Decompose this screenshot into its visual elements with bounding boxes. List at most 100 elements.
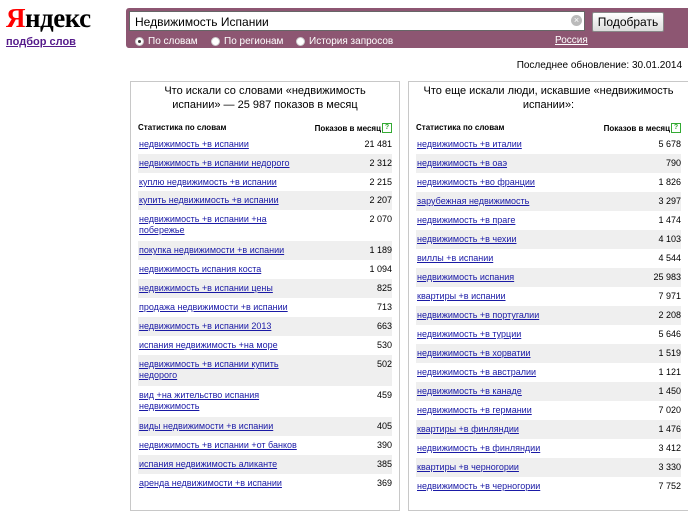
clear-icon[interactable]: ×	[571, 15, 582, 26]
count-value: 7 971	[658, 291, 681, 301]
phrase-link[interactable]: недвижимость +в канаде	[417, 382, 522, 397]
count-value: 713	[376, 302, 392, 312]
table-row: недвижимость +в испании недорого 2 312	[138, 154, 392, 173]
count-value: 825	[376, 283, 392, 293]
wordstat-link[interactable]: подбор слов	[6, 36, 76, 48]
table-row: недвижимость +в испании 21 481	[138, 135, 392, 154]
count-value: 530	[376, 340, 392, 350]
count-value: 7 752	[658, 481, 681, 491]
submit-button[interactable]: Подобрать	[592, 12, 664, 32]
phrase-link[interactable]: недвижимость +в испании купить недорого	[139, 355, 314, 381]
count-value: 3 412	[658, 443, 681, 453]
phrase-link[interactable]: виллы +в испании	[417, 249, 493, 264]
phrase-link[interactable]: недвижимость испания коста	[139, 260, 261, 275]
table-row: недвижимость +во франции 1 826	[416, 173, 681, 192]
table-row: куплю недвижимость +в испании 2 215	[138, 173, 392, 191]
table-row: недвижимость +в оаэ 790	[416, 154, 681, 173]
table-row: зарубежная недвижимость 3 297	[416, 192, 681, 211]
count-value: 1 094	[369, 264, 392, 274]
count-value: 1 476	[658, 424, 681, 434]
count-value: 459	[376, 390, 392, 400]
search-input[interactable]: Недвижимость Испании	[129, 11, 585, 31]
phrase-link[interactable]: недвижимость +в италии	[417, 135, 522, 150]
table-row: недвижимость +в финляндии 3 412	[416, 439, 681, 458]
radio-dot-icon	[296, 37, 305, 46]
radio-history[interactable]: История запросов	[296, 36, 393, 47]
phrase-link[interactable]: квартиры +в черногории	[417, 458, 519, 473]
count-value: 25 983	[653, 272, 681, 282]
table-row: виллы +в испании 4 544	[416, 249, 681, 268]
help-icon[interactable]: ?	[382, 123, 392, 133]
table-row: недвижимость +в испании +на побережье 2 0…	[138, 210, 392, 241]
phrase-link[interactable]: испания недвижимость +на море	[139, 336, 278, 351]
right-panel: Что еще искали люди, искавшие «недвижимо…	[408, 81, 688, 511]
yandex-logo[interactable]: Яндекс	[6, 3, 91, 33]
count-value: 5 646	[658, 329, 681, 339]
phrase-link[interactable]: аренда недвижимости +в испании	[139, 474, 282, 489]
phrase-link[interactable]: недвижимость +в хорватии	[417, 344, 531, 359]
phrase-link[interactable]: недвижимость +в германии	[417, 401, 532, 416]
help-icon[interactable]: ?	[671, 123, 681, 133]
count-value: 385	[376, 459, 392, 469]
phrase-link[interactable]: недвижимость +в испании недорого	[139, 154, 290, 169]
table-row: недвижимость +в хорватии 1 519	[416, 344, 681, 363]
radio-by-words[interactable]: По словам	[135, 36, 198, 47]
phrase-link[interactable]: недвижимость +в финляндии	[417, 439, 540, 454]
phrase-link[interactable]: недвижимость +в испании	[139, 135, 249, 150]
count-value: 5 678	[658, 139, 681, 149]
phrase-link[interactable]: недвижимость +в австралии	[417, 363, 536, 378]
count-value: 3 297	[658, 196, 681, 206]
phrase-link[interactable]: квартиры +в финляндии	[417, 420, 519, 435]
phrase-link[interactable]: квартиры +в испании	[417, 287, 506, 302]
count-value: 2 208	[658, 310, 681, 320]
count-value: 1 519	[658, 348, 681, 358]
table-row: продажа недвижимости +в испании 713	[138, 298, 392, 317]
table-row: недвижимость +в испании +от банков 390	[138, 436, 392, 455]
phrase-link[interactable]: недвижимость +в испании +от банков	[139, 436, 297, 451]
phrase-link[interactable]: недвижимость +в испании цены	[139, 279, 273, 294]
table-row: недвижимость +в чехии 4 103	[416, 230, 681, 249]
phrase-link[interactable]: недвижимость +в испании 2013	[139, 317, 271, 332]
table-row: квартиры +в черногории 3 330	[416, 458, 681, 477]
count-value: 1 121	[658, 367, 681, 377]
col-count-header: Показов в месяц?	[315, 123, 392, 133]
phrase-link[interactable]: недвижимость +в испании +на побережье	[139, 210, 314, 236]
count-value: 2 215	[369, 177, 392, 187]
table-row: покупка недвижимости +в испании 1 189	[138, 241, 392, 260]
phrase-link[interactable]: виды недвижимости +в испании	[139, 417, 273, 432]
count-value: 1 474	[658, 215, 681, 225]
phrase-link[interactable]: куплю недвижимость +в испании	[139, 173, 277, 188]
table-row: вид +на жительство испания недвижимость 4…	[138, 386, 392, 417]
count-value: 390	[376, 440, 392, 450]
phrase-link[interactable]: недвижимость +во франции	[417, 173, 535, 188]
count-value: 369	[376, 478, 392, 488]
phrase-link[interactable]: купить недвижимость +в испании	[139, 191, 279, 206]
last-update: Последнее обновление: 30.01.2014	[516, 60, 682, 71]
phrase-link[interactable]: недвижимость +в португалии	[417, 306, 539, 321]
phrase-link[interactable]: недвижимость +в чехии	[417, 230, 516, 245]
phrase-link[interactable]: недвижимость +в черногории	[417, 477, 540, 492]
phrase-link[interactable]: продажа недвижимости +в испании	[139, 298, 288, 313]
region-link[interactable]: Россия	[555, 35, 588, 46]
count-value: 4 544	[658, 253, 681, 263]
phrase-link[interactable]: покупка недвижимости +в испании	[139, 241, 284, 256]
phrase-link[interactable]: зарубежная недвижимость	[417, 192, 529, 207]
phrase-link[interactable]: вид +на жительство испания недвижимость	[139, 386, 314, 412]
phrase-link[interactable]: недвижимость +в праге	[417, 211, 515, 226]
left-panel-title: Что искали со словами «недвижимость испа…	[164, 85, 366, 111]
count-value: 2 312	[369, 158, 392, 168]
table-row: недвижимость +в германии 7 020	[416, 401, 681, 420]
phrase-link[interactable]: недвижимость испания	[417, 268, 514, 283]
count-value: 2 070	[369, 214, 392, 224]
radio-by-regions[interactable]: По регионам	[211, 36, 283, 47]
right-panel-title: Что еще искали люди, искавшие «недвижимо…	[423, 85, 674, 111]
left-table-header: Статистика по словам Показов в месяц?	[138, 123, 392, 135]
count-value: 1 189	[369, 245, 392, 255]
phrase-link[interactable]: недвижимость +в оаэ	[417, 154, 507, 169]
phrase-link[interactable]: испания недвижимость аликанте	[139, 455, 277, 470]
left-panel: Что искали со словами «недвижимость испа…	[130, 81, 400, 511]
phrase-link[interactable]: недвижимость +в турции	[417, 325, 521, 340]
col-phrase-header: Статистика по словам	[138, 123, 227, 132]
table-row: недвижимость испания коста 1 094	[138, 260, 392, 279]
count-value: 2 207	[369, 195, 392, 205]
